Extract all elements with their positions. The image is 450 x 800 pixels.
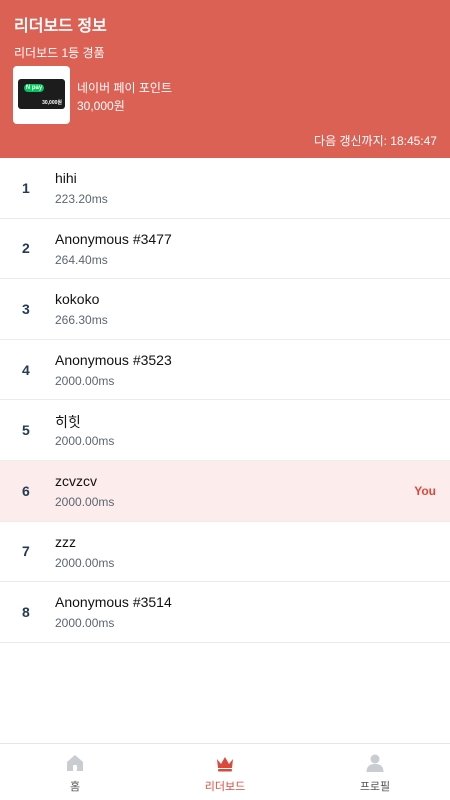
prize-subtitle: 리더보드 1등 경품 (14, 46, 105, 60)
rank-number: 3 (22, 300, 30, 317)
player-time: 2000.00ms (55, 555, 115, 570)
bottom-tab-bar: 홈 리더보드 프로필 (0, 743, 450, 800)
rank-number: 6 (22, 482, 30, 499)
prize-image: N pay 30,000원 (13, 66, 70, 124)
player-name: hihi (55, 170, 77, 186)
player-name: zzz (55, 533, 76, 550)
page-title: 리더보드 정보 (14, 18, 107, 35)
tab-profile[interactable]: 프로필 (300, 744, 450, 800)
rank-number: 5 (22, 422, 30, 439)
player-time: 2000.00ms (55, 616, 115, 631)
you-badge: You (414, 483, 436, 498)
leaderboard-row[interactable]: 7 zzz 2000.00ms (0, 522, 450, 583)
refresh-countdown: 다음 갱신까지: 18:45:47 (314, 134, 437, 148)
leaderboard-row[interactable]: 2 Anonymous #3477 264.40ms (0, 219, 450, 280)
npay-card-amount: 30,000원 (42, 100, 62, 106)
rank-number: 2 (22, 240, 30, 257)
leaderboard-list: 1 hihi 223.20ms 2 Anonymous #3477 264.40… (0, 158, 450, 643)
leaderboard-header: 리더보드 정보 리더보드 1등 경품 N pay 30,000원 네이버 페이 … (0, 0, 450, 158)
player-time: 2000.00ms (55, 434, 115, 449)
leaderboard-row[interactable]: 8 Anonymous #3514 2000.00ms (0, 582, 450, 643)
leaderboard-row[interactable]: 4 Anonymous #3523 2000.00ms (0, 340, 450, 401)
prize-name: 네이버 페이 포인트 (77, 81, 172, 95)
player-time: 266.30ms (55, 313, 108, 328)
tab-home-label: 홈 (69, 781, 81, 793)
npay-card-icon: N pay 30,000원 (18, 79, 65, 109)
leaderboard-row[interactable]: 3 kokoko 266.30ms (0, 279, 450, 340)
player-time: 2000.00ms (55, 494, 115, 509)
tab-profile-label: 프로필 (359, 781, 391, 793)
player-name: kokoko (55, 291, 100, 308)
rank-number: 1 (22, 179, 30, 196)
player-time: 223.20ms (55, 192, 108, 206)
player-name: Anonymous #3514 (55, 594, 172, 611)
player-time: 2000.00ms (55, 373, 115, 388)
prize-value: 30,000원 (77, 99, 125, 113)
player-time: 264.40ms (55, 252, 108, 267)
tab-leaderboard[interactable]: 리더보드 (150, 744, 300, 800)
rank-number: 4 (22, 361, 30, 378)
rank-number: 8 (22, 603, 30, 620)
tab-leaderboard-label: 리더보드 (204, 781, 246, 793)
player-name: 히힛 (55, 414, 81, 431)
player-name: zcvzcv (55, 472, 97, 489)
leaderboard-row-current-user[interactable]: 6 zcvzcv 2000.00ms You (0, 460, 450, 522)
player-name: Anonymous #3523 (55, 351, 172, 368)
home-icon (67, 755, 83, 771)
leaderboard-row[interactable]: 1 hihi 223.20ms (0, 158, 450, 219)
crown-icon (217, 757, 233, 772)
npay-logo: N pay (24, 84, 44, 92)
rank-number: 7 (22, 543, 30, 560)
player-name: Anonymous #3477 (55, 230, 172, 247)
tab-home[interactable]: 홈 (0, 744, 150, 800)
leaderboard-row[interactable]: 5 히힛 2000.00ms (0, 400, 450, 461)
profile-icon (366, 754, 384, 772)
